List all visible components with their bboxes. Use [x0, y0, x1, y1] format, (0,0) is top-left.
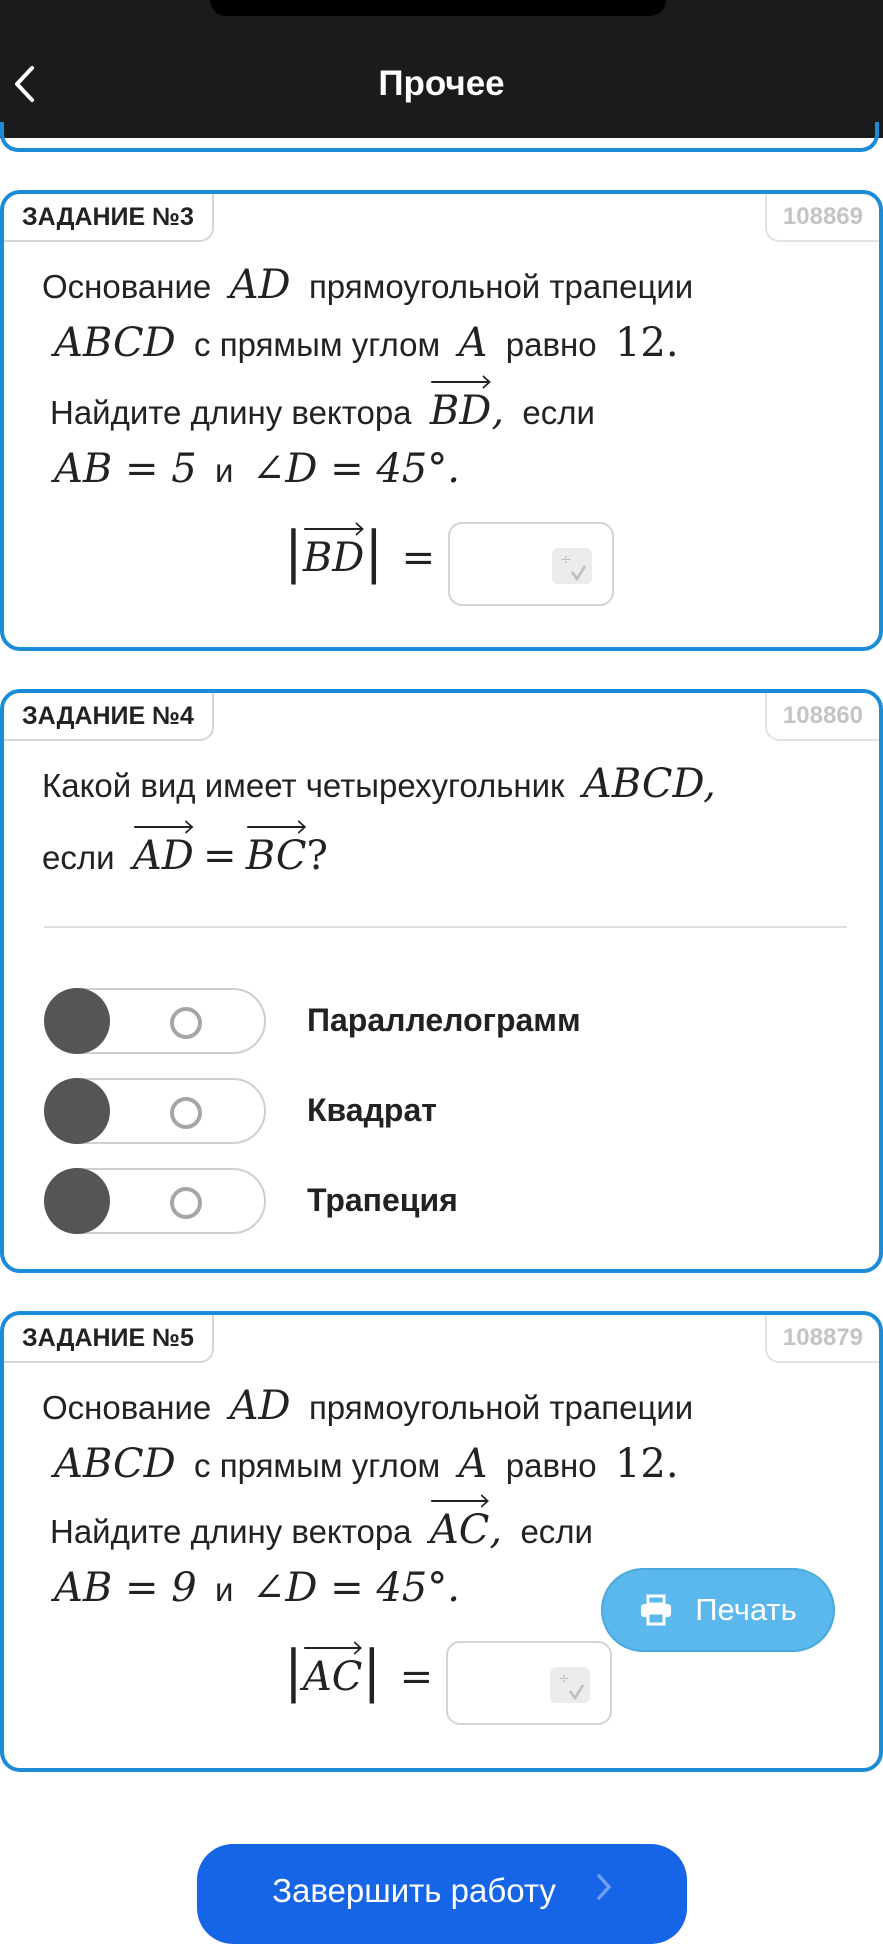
task-card-3: ЗАДАНИЕ №3 108869 Основание AD прямоугол…	[0, 190, 883, 651]
finish-button-label: Завершить работу	[272, 1872, 556, 1909]
vector-arrow-icon	[304, 522, 364, 536]
task-text-line-3: Найдите длину вектора BD, если	[50, 375, 595, 434]
radio-ring-icon	[170, 1007, 202, 1039]
option-toggle-trapezoid[interactable]	[44, 1168, 266, 1234]
print-button-label: Печать	[695, 1592, 797, 1627]
task-text-line-2: ABCD с прямым углом A равно 12.	[54, 320, 679, 366]
task-id: 108860	[764, 693, 879, 741]
device-notch	[210, 0, 666, 16]
task-text-line-2: если AD = BC?	[42, 820, 328, 879]
vector-ac: AC	[303, 1641, 362, 1700]
task-badge: ЗАДАНИЕ №3	[4, 194, 214, 242]
toggle-knob	[44, 988, 110, 1054]
toggle-knob	[44, 1078, 110, 1144]
option-toggle-square[interactable]	[44, 1078, 266, 1144]
task-text-line-4: AB = 9 и ∠D = 45°.	[54, 1565, 460, 1611]
task-text-line-4: AB = 5 и ∠D = 45°.	[54, 446, 460, 492]
vector-ac: AC	[430, 1494, 489, 1553]
vector-bc: BC	[246, 820, 306, 879]
task-id: 108869	[764, 194, 879, 242]
vector-arrow-icon	[134, 820, 194, 834]
printer-icon	[641, 1594, 672, 1626]
answer-formula: | AC| =	[284, 1639, 434, 1704]
option-label[interactable]: Трапеция	[307, 1182, 458, 1219]
svg-text:÷: ÷	[558, 1671, 570, 1687]
task-text-line-1: Какой вид имеет четырехугольник ABCD,	[42, 761, 716, 807]
vector-ad: AD	[133, 820, 194, 879]
vector-arrow-icon	[246, 820, 306, 834]
answer-input[interactable]: ÷	[448, 522, 614, 606]
option-label[interactable]: Параллелограмм	[307, 1002, 581, 1039]
vector-arrow-icon	[431, 375, 491, 389]
page-title: Прочее	[378, 64, 505, 103]
previous-task-card-edge	[0, 122, 879, 152]
task-text-line-2: ABCD с прямым углом A равно 12.	[54, 1441, 679, 1487]
chevron-right-icon	[597, 1874, 611, 1900]
svg-text:÷: ÷	[560, 552, 572, 568]
vector-arrow-icon	[304, 1641, 362, 1655]
radio-ring-icon	[170, 1187, 202, 1219]
vector-arrow-icon	[431, 1494, 489, 1508]
calculator-icon[interactable]: ÷	[552, 548, 592, 584]
finish-button[interactable]: Завершить работу	[197, 1844, 687, 1944]
answer-formula: | BD| =	[284, 520, 436, 585]
task-id: 108879	[764, 1315, 879, 1363]
task-badge: ЗАДАНИЕ №5	[4, 1315, 214, 1363]
calculator-icon[interactable]: ÷	[550, 1667, 590, 1703]
task-text-line-1: Основание AD прямоугольной трапеции	[42, 262, 694, 308]
task-card-4: ЗАДАНИЕ №4 108860 Какой вид имеет четыре…	[0, 689, 883, 1273]
option-toggle-parallelogram[interactable]	[44, 988, 266, 1054]
toggle-knob	[44, 1168, 110, 1234]
radio-ring-icon	[170, 1097, 202, 1129]
top-bar: Прочее	[0, 0, 883, 138]
option-label[interactable]: Квадрат	[307, 1092, 437, 1129]
vector-bd: BD	[430, 375, 491, 434]
divider	[44, 926, 847, 928]
answer-input[interactable]: ÷	[446, 1641, 612, 1725]
task-badge: ЗАДАНИЕ №4	[4, 693, 214, 741]
task-card-5: ЗАДАНИЕ №5 108879 Основание AD прямоугол…	[0, 1311, 883, 1772]
task-text-line-1: Основание AD прямоугольной трапеции	[42, 1383, 694, 1429]
print-button[interactable]: Печать	[601, 1568, 835, 1652]
task-text-line-3: Найдите длину вектора AC, если	[50, 1494, 593, 1553]
vector-bd: BD	[303, 522, 364, 581]
